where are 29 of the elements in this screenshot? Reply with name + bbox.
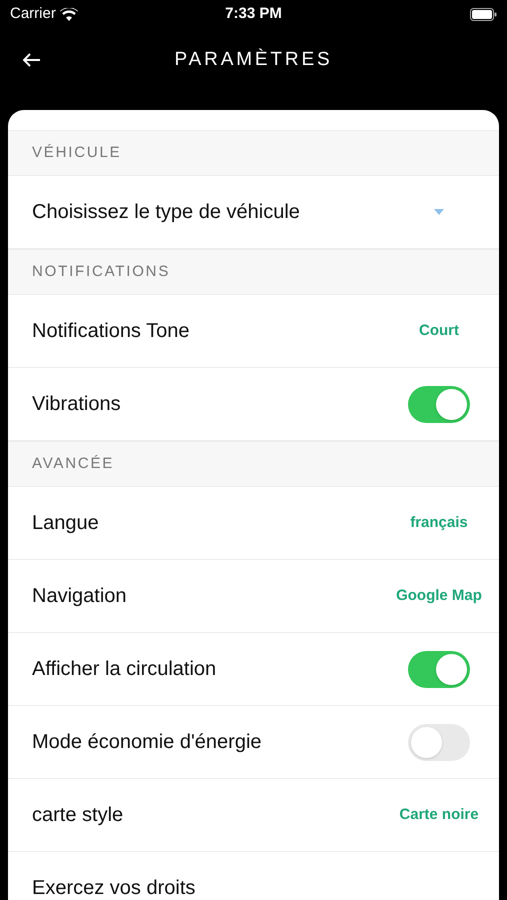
wifi-icon bbox=[60, 8, 78, 20]
section-title: AVANCÉE bbox=[32, 454, 114, 474]
toggle-switch[interactable] bbox=[408, 724, 470, 760]
setting-label: Exercez vos droits bbox=[32, 876, 196, 900]
settings-row[interactable]: Mode économie d'énergie bbox=[8, 706, 499, 779]
settings-row[interactable]: carte style Carte noire bbox=[8, 779, 499, 852]
settings-row[interactable]: Afficher la circulation bbox=[8, 633, 499, 706]
setting-label: Notifications Tone bbox=[32, 319, 190, 344]
setting-label: carte style bbox=[32, 803, 124, 828]
setting-label: Afficher la circulation bbox=[32, 657, 218, 682]
settings-row[interactable]: Langue français bbox=[8, 487, 499, 560]
section-title: NOTIFICATIONS bbox=[32, 262, 170, 282]
toggle-switch[interactable] bbox=[408, 386, 470, 422]
toggle-switch[interactable] bbox=[408, 650, 470, 688]
page-title: PARAMÈTRES bbox=[174, 48, 332, 72]
status-time: 7:33 PM bbox=[225, 4, 282, 24]
setting-label: Langue bbox=[32, 511, 100, 536]
setting-label: Navigation bbox=[32, 584, 128, 609]
section-title: VÉHICULE bbox=[32, 142, 122, 163]
setting-label: Choisissez le type de véhicule bbox=[32, 200, 301, 225]
settings-row[interactable]: Navigation Google Map bbox=[8, 560, 499, 633]
setting-label: Vibrations bbox=[32, 392, 122, 417]
setting-label: Mode économie d'énergie bbox=[32, 730, 263, 755]
caret-icon bbox=[434, 209, 444, 215]
settings-row[interactable]: Notifications Tone Court bbox=[8, 295, 499, 368]
battery-icon bbox=[470, 8, 498, 20]
settings-row[interactable]: Exercez vos droits bbox=[8, 852, 499, 900]
back-arrow-icon[interactable] bbox=[23, 53, 41, 67]
carrier-label: Carrier bbox=[10, 4, 56, 24]
